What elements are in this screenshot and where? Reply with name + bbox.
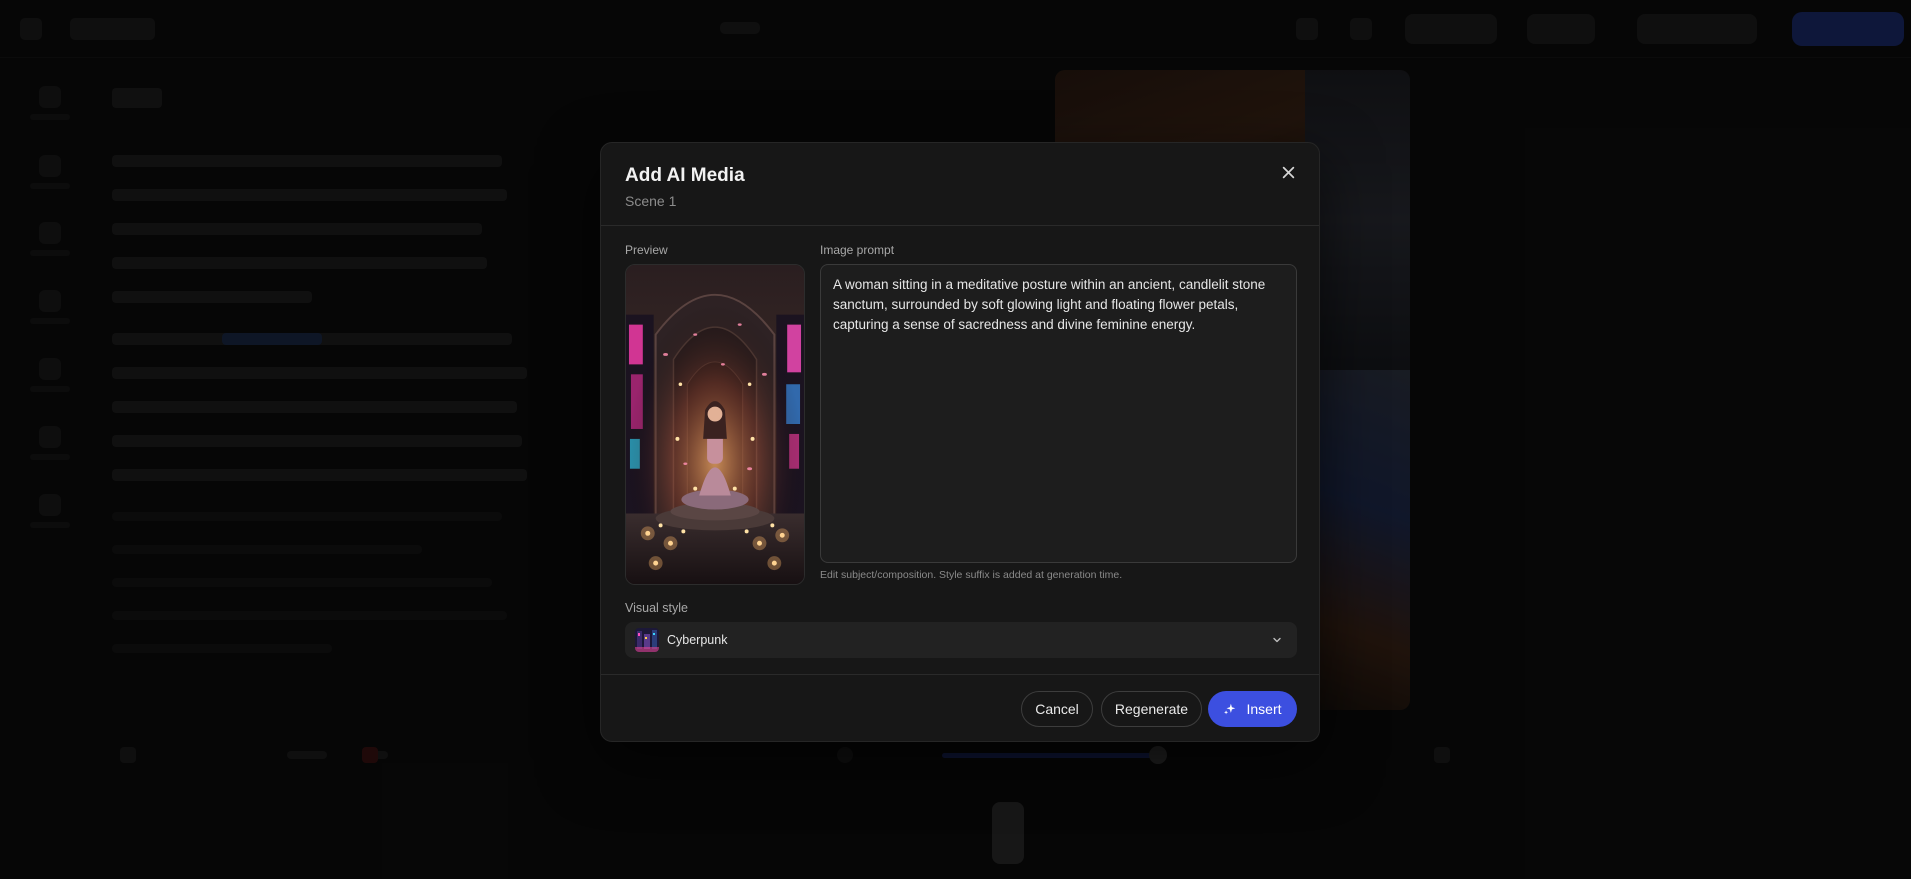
cancel-button[interactable]: Cancel [1021, 691, 1093, 727]
dialog-title: Add AI Media [625, 165, 745, 186]
visual-style-label: Visual style [625, 601, 688, 615]
image-prompt-input[interactable]: A woman sitting in a meditative posture … [820, 264, 1297, 563]
preview-artwork [626, 265, 804, 584]
preview-label: Preview [625, 243, 668, 257]
visual-style-select[interactable]: Cyberpunk [625, 622, 1297, 658]
visual-style-value: Cyberpunk [667, 633, 728, 647]
close-button[interactable] [1275, 159, 1301, 185]
add-ai-media-dialog: Add AI Media Scene 1 Preview Image promp… [600, 142, 1320, 742]
dialog-subtitle: Scene 1 [625, 193, 677, 209]
insert-button-label: Insert [1246, 701, 1282, 717]
insert-button[interactable]: Insert [1208, 691, 1297, 727]
prompt-label: Image prompt [820, 243, 895, 257]
cyberpunk-style-thumbnail [635, 628, 659, 652]
regenerate-button[interactable]: Regenerate [1101, 691, 1202, 727]
chevron-down-icon [1273, 637, 1281, 643]
dialog-footer: Cancel Regenerate Insert [601, 674, 1319, 743]
preview-image [625, 264, 805, 585]
close-icon [1282, 166, 1294, 178]
prompt-hint: Edit subject/composition. Style suffix i… [820, 569, 1123, 581]
dialog-header: Add AI Media Scene 1 [601, 143, 1319, 226]
sparkles-icon [1224, 703, 1236, 715]
